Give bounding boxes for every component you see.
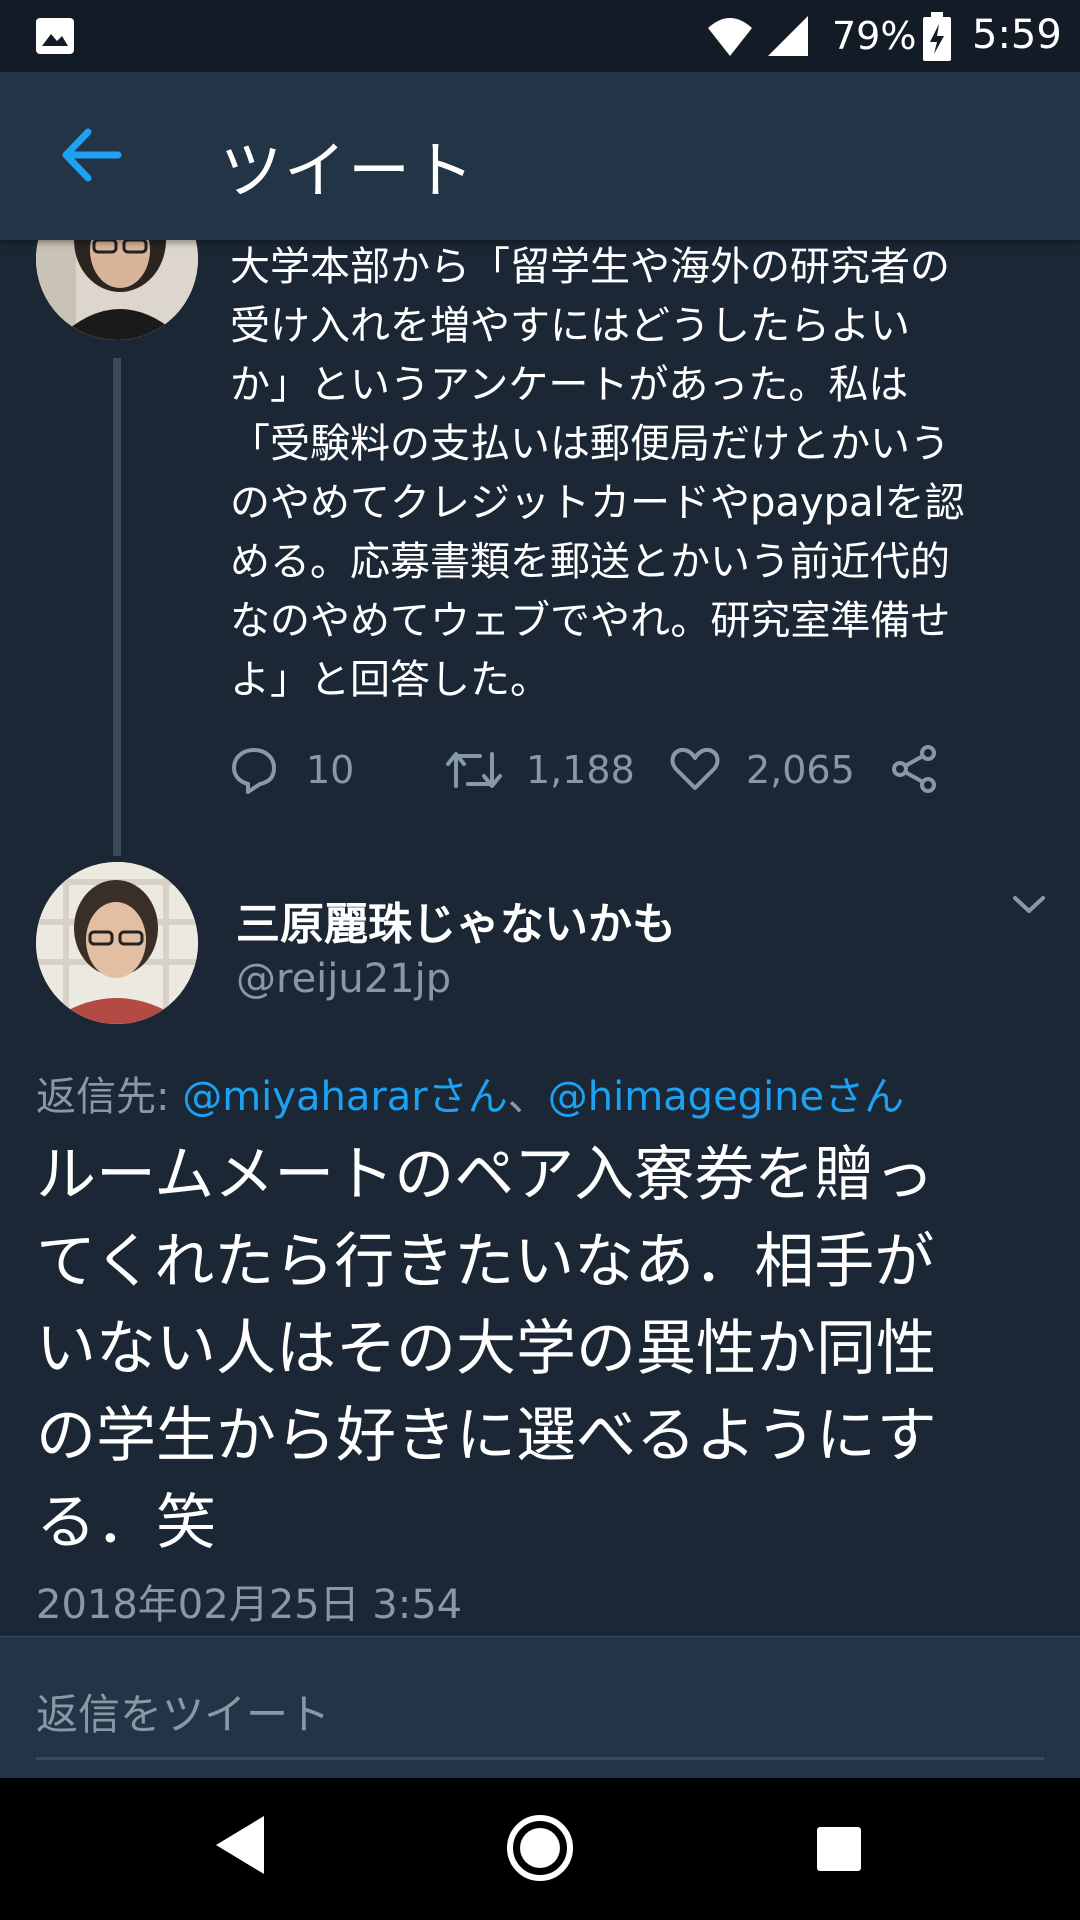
tweet-line: いない人はその大学の異性か同性 bbox=[36, 1314, 936, 1384]
reply-icon bbox=[232, 748, 276, 794]
tweet-line: てくれたら行きたいなあ．相手が bbox=[36, 1227, 935, 1297]
nav-recent-apps-icon[interactable] bbox=[816, 1826, 862, 1872]
user-avatar[interactable] bbox=[36, 862, 198, 1024]
wifi-icon bbox=[708, 18, 752, 56]
battery-percentage: 79% bbox=[832, 14, 917, 58]
retweet-count: 1,188 bbox=[526, 748, 635, 792]
image-icon bbox=[36, 18, 74, 54]
reply-input[interactable]: 返信をツイート bbox=[36, 1681, 330, 1742]
tweet-timestamp: 2018年02月25日 3:54 bbox=[36, 1582, 463, 1628]
tweet-line: の学生から好きに選べるようにす bbox=[36, 1401, 937, 1471]
thread-line bbox=[113, 358, 121, 856]
heart-icon bbox=[670, 747, 720, 790]
user-handle[interactable]: @reiju21jp bbox=[236, 956, 451, 1002]
tweet-line: ルームメートのペア入寮券を贈っ bbox=[36, 1140, 935, 1210]
signal-icon bbox=[768, 16, 808, 56]
like-count: 2,065 bbox=[746, 748, 855, 792]
battery-charging-icon bbox=[923, 12, 951, 61]
tweet-text: ルームメートのペア入寮券を贈っ てくれたら行きたいなあ．相手が いない人はその大… bbox=[36, 1132, 1046, 1567]
tweet-line: なのやめてウェブでやれ。研究室準備せ bbox=[230, 598, 951, 644]
mention-link[interactable]: @miyahararさん bbox=[182, 1074, 508, 1120]
status-bar: 79% 5:59 bbox=[0, 0, 1080, 72]
mention-link[interactable]: @himagegineさん bbox=[548, 1074, 904, 1120]
reply-input-underline bbox=[36, 1757, 1044, 1760]
tweet-line: る．笑 bbox=[36, 1488, 216, 1558]
tweet-line: める。応募書類を郵送とかいう前近代的 bbox=[230, 539, 950, 585]
reply-count: 10 bbox=[306, 748, 355, 792]
tweet-line: か」というアンケートがあった。私は bbox=[230, 362, 909, 408]
nav-home-icon[interactable] bbox=[506, 1814, 574, 1882]
retweet-icon bbox=[446, 752, 502, 788]
parent-tweet-text[interactable]: 大学本部から「留学生や海外の研究者の 受け入れを増やすにはどうしたらよい か」と… bbox=[230, 238, 1050, 710]
user-display-name[interactable]: 三原麗珠じゃないかも bbox=[236, 888, 676, 952]
tweet-line: 大学本部から「留学生や海外の研究者の bbox=[230, 244, 950, 290]
system-nav-bar bbox=[0, 1778, 1080, 1920]
share-icon bbox=[892, 745, 936, 793]
page-title: ツイート bbox=[220, 134, 477, 207]
reply-to-label: 返信先: bbox=[36, 1074, 183, 1120]
arrow-left-icon[interactable] bbox=[60, 128, 122, 182]
reply-composer[interactable]: 返信をツイート bbox=[0, 1636, 1080, 1779]
tweet-line: のやめてクレジットカードやpaypalを認 bbox=[230, 480, 965, 526]
nav-back-icon[interactable] bbox=[212, 1814, 268, 1876]
tweet-line: 「受験料の支払いは郵便局だけとかいう bbox=[230, 421, 950, 467]
tweet-line: よ」と回答した。 bbox=[230, 657, 550, 703]
tweet-line: 受け入れを増やすにはどうしたらよい bbox=[230, 303, 910, 349]
chevron-down-icon[interactable] bbox=[1012, 894, 1046, 916]
app-bar: ツイート bbox=[0, 72, 1080, 240]
status-time: 5:59 bbox=[972, 12, 1062, 58]
reply-separator: 、 bbox=[507, 1074, 548, 1120]
reply-to-line: 返信先: @miyahararさん、@himagegineさん bbox=[36, 1064, 904, 1122]
